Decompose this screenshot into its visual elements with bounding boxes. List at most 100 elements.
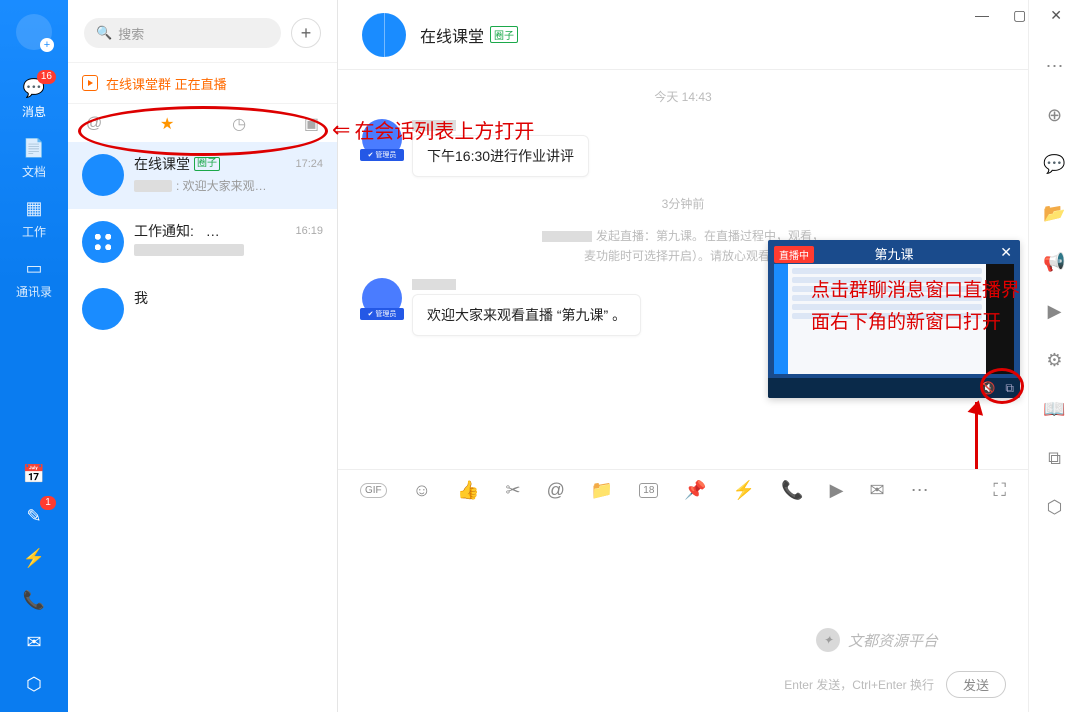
network-icon[interactable]: ⬡ [22,672,46,696]
minimize-button[interactable]: — [975,7,989,23]
conv-time: 17:24 [295,158,323,170]
avatar [82,288,124,330]
conv-dots: … [206,223,220,239]
doc-icon: 📄 [22,136,46,160]
contacts-icon: ▭ [22,256,46,280]
book-icon[interactable]: 📖 [1043,399,1065,420]
live-preview[interactable]: 直播中 第九课 ✕ 🔇 ⧉ [768,240,1020,398]
announce-icon[interactable]: 📢 [1043,252,1065,273]
mail-icon[interactable]: ✉ [870,480,885,501]
compose-area: GIF ☺ 👍 ✂ @ 📁 18 📌 ⚡ 📞 ▶ ✉ ⋯ ⛶ Enter 发送，… [338,469,1028,712]
chat-icon[interactable]: 💬 [1043,154,1065,175]
filter-star[interactable]: ★ [160,114,174,134]
conv-time: 16:19 [295,225,323,237]
chat-panel: 在线课堂圈子 今天 14:43 下午16:30进行作业讲评 3分钟前 发起直播：… [338,0,1028,712]
nav-messages[interactable]: 💬 消息 16 [0,68,68,128]
stack-icon[interactable]: ⧉ [1048,448,1061,469]
chat-title: 在线课堂 [420,23,484,47]
more-icon[interactable]: ⋯ [1046,56,1064,77]
like-icon[interactable]: 👍 [457,480,479,501]
sender-name [412,119,589,131]
calendar-icon[interactable]: 18 [639,483,658,498]
conversation-list: 🔍 搜索 + 在线课堂群 正在直播 @ ★ ◷ ▣ 在线课堂圈子 17:24 :… [68,0,338,712]
live-popout-icon[interactable]: ⧉ [1005,381,1014,396]
conversation-item[interactable]: 我 [68,276,337,343]
timestamp: 3分钟前 [362,195,1004,212]
avatar [82,221,124,263]
filter-at[interactable]: @ [86,115,102,133]
search-placeholder: 搜索 [118,24,144,43]
folder-icon[interactable]: 📂 [1043,203,1065,224]
search-icon: 🔍 [96,25,112,41]
folder-icon[interactable]: 📁 [591,480,613,501]
conv-name: 我 [134,288,148,308]
sender-avatar[interactable] [362,278,402,318]
maximize-button[interactable]: ▢ [1013,7,1026,24]
emoji-icon[interactable]: ☺ [413,480,431,501]
more-icon[interactable]: ⋯ [911,480,929,501]
play-icon [82,75,98,91]
add-button[interactable]: + [291,18,321,48]
edit-badge: 1 [40,496,56,510]
redacted [134,180,172,192]
live-banner-text: 在线课堂群 正在直播 [106,74,227,93]
nav-label: 工作 [22,223,46,240]
live-screenshot [774,264,1014,374]
user-avatar[interactable] [16,14,52,50]
message-bubble: 欢迎大家来观看直播 “第九课” 。 [412,294,641,336]
sender-avatar[interactable] [362,119,402,159]
video-icon[interactable]: ▶ [830,480,844,501]
filter-row: @ ★ ◷ ▣ [68,104,337,142]
call-icon[interactable]: 📞 [22,588,46,612]
close-button[interactable]: ✕ [1050,7,1062,24]
conv-preview: : 欢迎大家来观… [176,177,267,194]
avatar [82,154,124,196]
conv-name: 工作通知: [134,221,194,241]
live-mute-icon[interactable]: 🔇 [980,381,995,395]
chat-header: 在线课堂圈子 [338,0,1028,70]
bolt-icon[interactable]: ⚡ [22,546,46,570]
nav-work[interactable]: ▦ 工作 [0,188,68,248]
cube-icon[interactable]: ⬡ [1047,497,1063,518]
compose-hint: Enter 发送，Ctrl+Enter 换行 [784,676,934,693]
nav-label: 通讯录 [16,283,52,300]
search-input[interactable]: 🔍 搜索 [84,18,281,48]
expand-icon[interactable]: ⛶ [993,480,1006,501]
at-icon[interactable]: @ [547,480,565,501]
pin-icon[interactable]: 📌 [684,480,706,501]
message-bubble: 下午16:30进行作业讲评 [412,135,589,177]
send-button[interactable]: 发送 [946,671,1006,698]
unread-badge: 16 [37,70,56,84]
filter-jar[interactable]: ▣ [304,114,319,134]
nav-contacts[interactable]: ▭ 通讯录 [0,248,68,308]
conv-tag: 圈子 [194,157,220,171]
scissors-icon[interactable]: ✂ [505,480,520,501]
conversation-item[interactable]: 在线课堂圈子 17:24 : 欢迎大家来观… [68,142,337,209]
message-list[interactable]: 今天 14:43 下午16:30进行作业讲评 3分钟前 发起直播：第九课。在直播… [338,70,1028,469]
add-member-icon[interactable]: ⊕ [1047,105,1062,126]
bolt-icon[interactable]: ⚡ [733,480,755,501]
live-banner[interactable]: 在线课堂群 正在直播 [68,62,337,104]
chat-avatar[interactable] [362,13,406,57]
apps-icon: ▦ [22,196,46,220]
edit-icon[interactable]: ✎1 [22,504,46,528]
right-rail: ⋯ ⊕ 💬 📂 📢 ▶ ⚙ 📖 ⧉ ⬡ [1028,0,1080,712]
nav-label: 文档 [22,163,46,180]
phone-icon[interactable]: 📞 [781,480,803,501]
mail-icon[interactable]: ✉ [22,630,46,654]
chat-tag: 圈子 [490,26,518,43]
settings-icon[interactable]: ⚙ [1046,350,1062,371]
filter-clock[interactable]: ◷ [232,114,246,134]
conversation-item[interactable]: 工作通知: … 16:19 [68,209,337,276]
nav-label: 消息 [22,103,46,120]
calendar-icon[interactable]: 📅 [22,462,46,486]
nav-docs[interactable]: 📄 文档 [0,128,68,188]
timestamp: 今天 14:43 [362,88,1004,105]
live-close-icon[interactable]: ✕ [1000,244,1012,261]
compose-toolbar: GIF ☺ 👍 ✂ @ 📁 18 📌 ⚡ 📞 ▶ ✉ ⋯ ⛶ [360,480,1006,501]
video-icon[interactable]: ▶ [1048,301,1062,322]
gif-button[interactable]: GIF [360,483,387,498]
nav-rail: 💬 消息 16 📄 文档 ▦ 工作 ▭ 通讯录 📅 ✎1 ⚡ 📞 ✉ ⬡ [0,0,68,712]
sender-name [412,278,641,290]
redacted [134,244,244,256]
